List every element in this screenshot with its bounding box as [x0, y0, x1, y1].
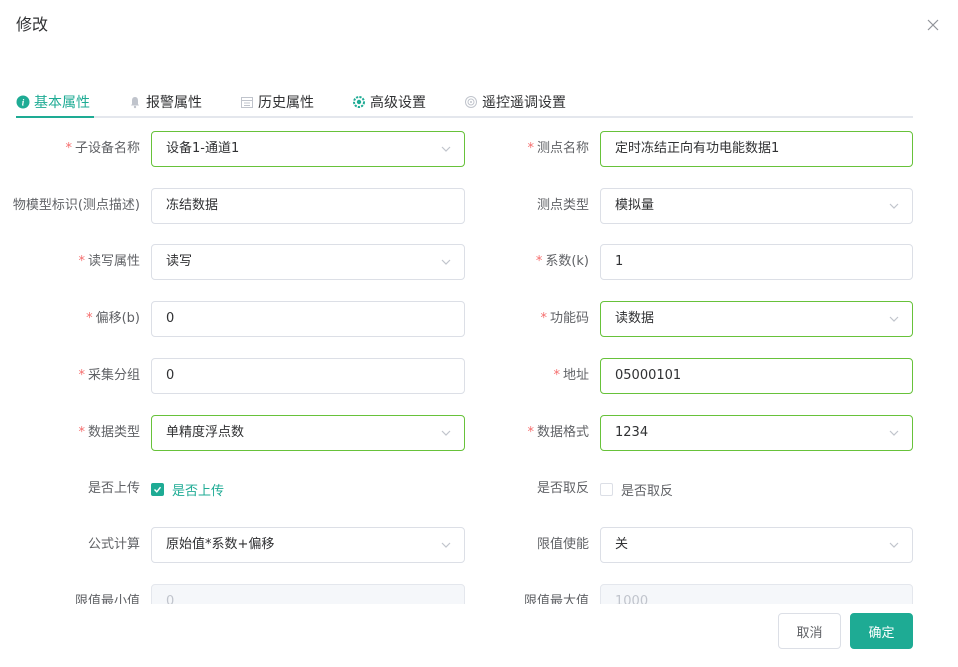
point-name-label: * 测点名称	[527, 141, 589, 156]
limit-max-input: 1000	[600, 584, 913, 604]
negate-label: 是否取反	[536, 481, 589, 496]
remote-icon	[464, 95, 478, 109]
data-format-select[interactable]: 1234	[600, 415, 913, 451]
chevron-down-icon	[889, 430, 899, 436]
sub-device-name-select[interactable]: 设备1-通道1	[151, 131, 465, 167]
point-name-input[interactable]: 定时冻结正向有功电能数据1	[600, 131, 913, 167]
tab-basic-attributes[interactable]: i 基本属性	[16, 90, 90, 114]
checkbox-empty-icon	[600, 482, 613, 496]
tab-label: 基本属性	[34, 95, 90, 111]
tab-label: 历史属性	[258, 95, 314, 111]
data-type-select[interactable]: 单精度浮点数	[151, 415, 465, 451]
chevron-down-icon	[889, 542, 899, 548]
confirm-button[interactable]: 确定	[850, 613, 913, 649]
bell-icon	[128, 95, 142, 109]
coefficient-input[interactable]: 1	[600, 244, 913, 280]
close-icon[interactable]	[922, 14, 944, 36]
limit-enable-label: 限值使能	[536, 537, 589, 552]
collect-group-input[interactable]: 0	[151, 358, 465, 394]
model-id-label: 物模型标识(测点描述)	[12, 198, 140, 213]
data-format-label: * 数据格式	[527, 425, 589, 440]
tab-remote-settings[interactable]: 遥控遥调设置	[464, 90, 566, 114]
collect-group-label: * 采集分组	[78, 368, 140, 383]
sub-device-name-label: * 子设备名称	[65, 141, 140, 156]
form-scroll-area[interactable]: * 子设备名称 设备1-通道1 * 测点名称 定时冻结正向有功电能数据1 物模型标识…	[0, 118, 958, 604]
calendar-icon	[240, 95, 254, 109]
upload-checkbox[interactable]: 是否上传	[151, 471, 224, 507]
offset-input[interactable]: 0	[151, 301, 465, 337]
address-input[interactable]: 05000101	[600, 358, 913, 394]
tab-label: 报警属性	[146, 95, 202, 111]
offset-label: * 偏移(b)	[86, 311, 140, 326]
point-type-label: 测点类型	[536, 198, 589, 213]
limit-max-label: 限值最大值	[523, 594, 589, 604]
function-code-select[interactable]: 读数据	[600, 301, 913, 337]
data-type-label: * 数据类型	[78, 425, 140, 440]
tab-advanced-settings[interactable]: 高级设置	[352, 90, 426, 114]
formula-label: 公式计算	[87, 537, 140, 552]
tab-bar: i 基本属性 报警属性 历史属性 高级设置 遥控遥调设置	[16, 86, 913, 118]
tab-history-attributes[interactable]: 历史属性	[240, 90, 314, 114]
limit-enable-select[interactable]: 关	[600, 527, 913, 563]
function-code-label: * 功能码	[540, 311, 589, 326]
limit-min-input: 0	[151, 584, 465, 604]
checkmark-icon	[151, 482, 164, 496]
tab-label: 遥控遥调设置	[482, 95, 566, 111]
coefficient-label: * 系数(k)	[535, 254, 589, 269]
rw-attr-select[interactable]: 读写	[151, 244, 465, 280]
rw-attr-label: * 读写属性	[78, 254, 140, 269]
chevron-down-icon	[889, 316, 899, 322]
address-label: * 地址	[553, 368, 589, 383]
tab-alarm-attributes[interactable]: 报警属性	[128, 90, 202, 114]
info-icon: i	[16, 95, 30, 109]
chevron-down-icon	[889, 203, 899, 209]
formula-select[interactable]: 原始值*系数+偏移	[151, 527, 465, 563]
negate-checkbox[interactable]: 是否取反	[600, 471, 673, 507]
cancel-button[interactable]: 取消	[778, 613, 841, 649]
point-type-select[interactable]: 模拟量	[600, 188, 913, 224]
dialog-title: 修改	[16, 15, 49, 34]
tab-label: 高级设置	[370, 95, 426, 111]
edit-dialog: 修改 i 基本属性 报警属性 历史属性 高级设置 遥控遥调设置 * 子设备名称 …	[0, 0, 958, 667]
gear-icon	[352, 95, 366, 109]
upload-label: 是否上传	[87, 481, 140, 496]
limit-min-label: 限值最小值	[74, 594, 140, 604]
model-id-input[interactable]: 冻结数据	[151, 188, 465, 224]
